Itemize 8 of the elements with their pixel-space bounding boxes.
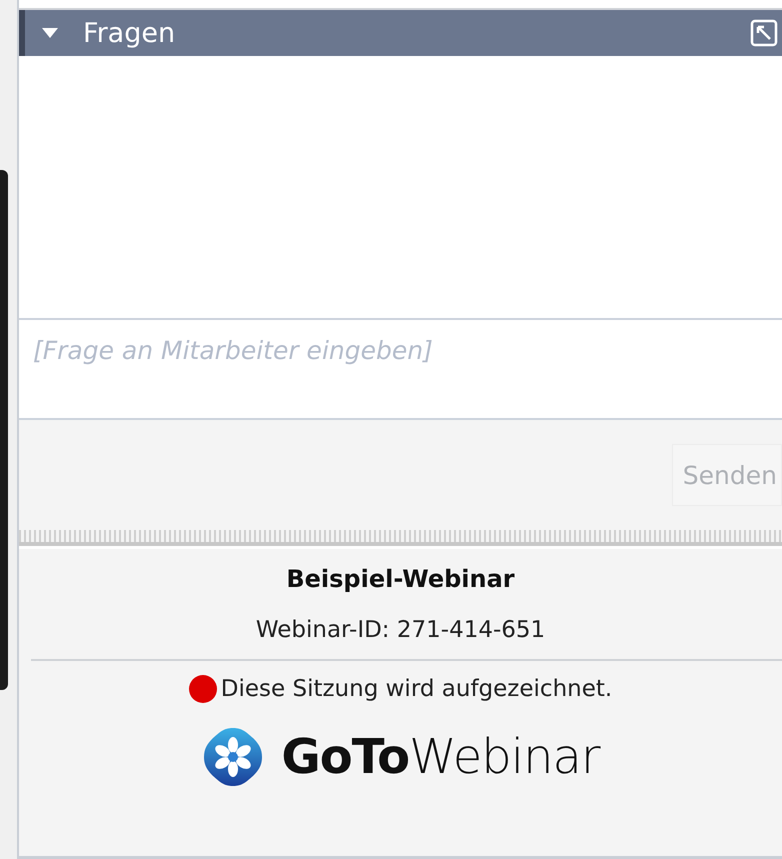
popout-icon[interactable] [750, 19, 778, 47]
collapse-toggle-icon[interactable] [41, 27, 59, 39]
splitter-handle[interactable] [19, 530, 782, 546]
webinar-title: Beispiel-Webinar [286, 565, 515, 595]
logo-wordmark: GoToWebinar [281, 729, 600, 785]
panel-title: Fragen [83, 18, 176, 48]
webinar-id: Webinar-ID: 271-414-651 [256, 617, 546, 643]
recording-notice: Diese Sitzung wird aufgezeichnet. [220, 676, 612, 702]
